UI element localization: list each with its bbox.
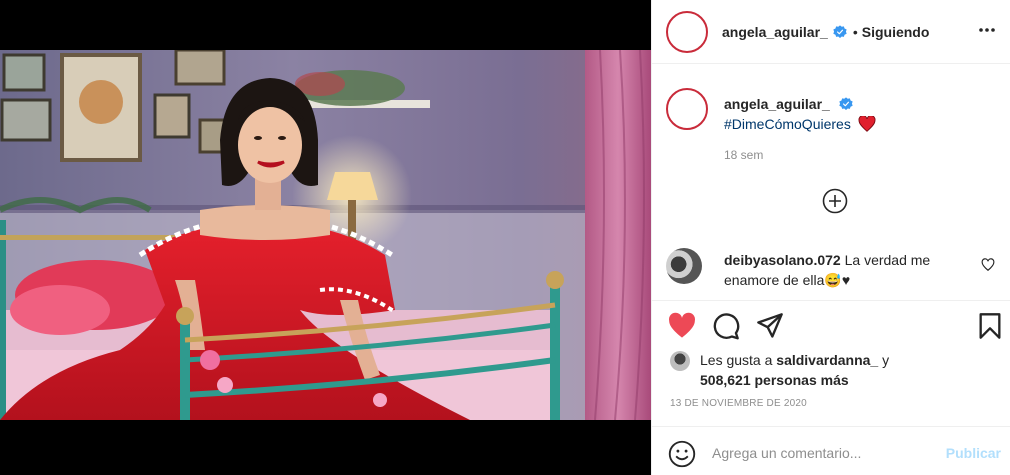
liker-username[interactable]: saldivardanna_ [776, 352, 878, 368]
caption-hashtag-link[interactable]: #DimeCómoQuieres [724, 116, 851, 132]
paper-plane-icon[interactable] [756, 312, 784, 340]
author-avatar[interactable] [666, 10, 708, 53]
post-photo[interactable] [0, 50, 651, 420]
verified-badge-icon [833, 24, 847, 38]
likes-count-link[interactable]: 508,621 personas más [700, 372, 849, 388]
liker-avatar[interactable] [670, 351, 690, 371]
smiley-icon[interactable] [668, 440, 696, 468]
caption-author-avatar[interactable] [666, 88, 708, 130]
plus-circle-icon[interactable] [822, 188, 848, 214]
post-date[interactable]: 13 DE NOVIEMBRE DE 2020 [670, 398, 807, 409]
author-username[interactable]: angela_aguilar_ [722, 24, 828, 40]
section-divider [652, 300, 1010, 301]
red-heart-emoji-icon [858, 116, 876, 132]
bookmark-icon[interactable] [976, 312, 1004, 340]
caption-username[interactable]: angela_aguilar_ [724, 96, 830, 112]
post-media[interactable] [0, 0, 651, 475]
post-header: angela_aguilar_ • Siguiendo [652, 0, 1010, 64]
comment-input[interactable] [712, 442, 932, 464]
comment-heart-icon[interactable] [981, 258, 995, 272]
more-options-icon[interactable] [975, 18, 999, 42]
post-actions [666, 312, 1001, 342]
publish-button[interactable]: Publicar [946, 445, 1001, 461]
likes-prefix: Les gusta a [700, 352, 773, 368]
caption-time-ago[interactable]: 18 sem [724, 148, 763, 162]
section-divider [652, 426, 1010, 427]
following-button[interactable]: Siguiendo [862, 24, 930, 40]
verified-badge-icon [839, 97, 853, 110]
likes-connector: y [882, 352, 890, 368]
separator-dot: • [852, 23, 858, 40]
comment-bubble-icon[interactable] [712, 312, 740, 340]
commenter-avatar[interactable] [666, 248, 702, 284]
comment-composer: Publicar [666, 438, 1010, 470]
heart-filled-icon[interactable] [668, 312, 696, 340]
comment-username[interactable]: deibyasolano.072 [724, 252, 841, 268]
post-detail-panel: angela_aguilar_ • Siguiendo angela_aguil… [651, 0, 1010, 475]
